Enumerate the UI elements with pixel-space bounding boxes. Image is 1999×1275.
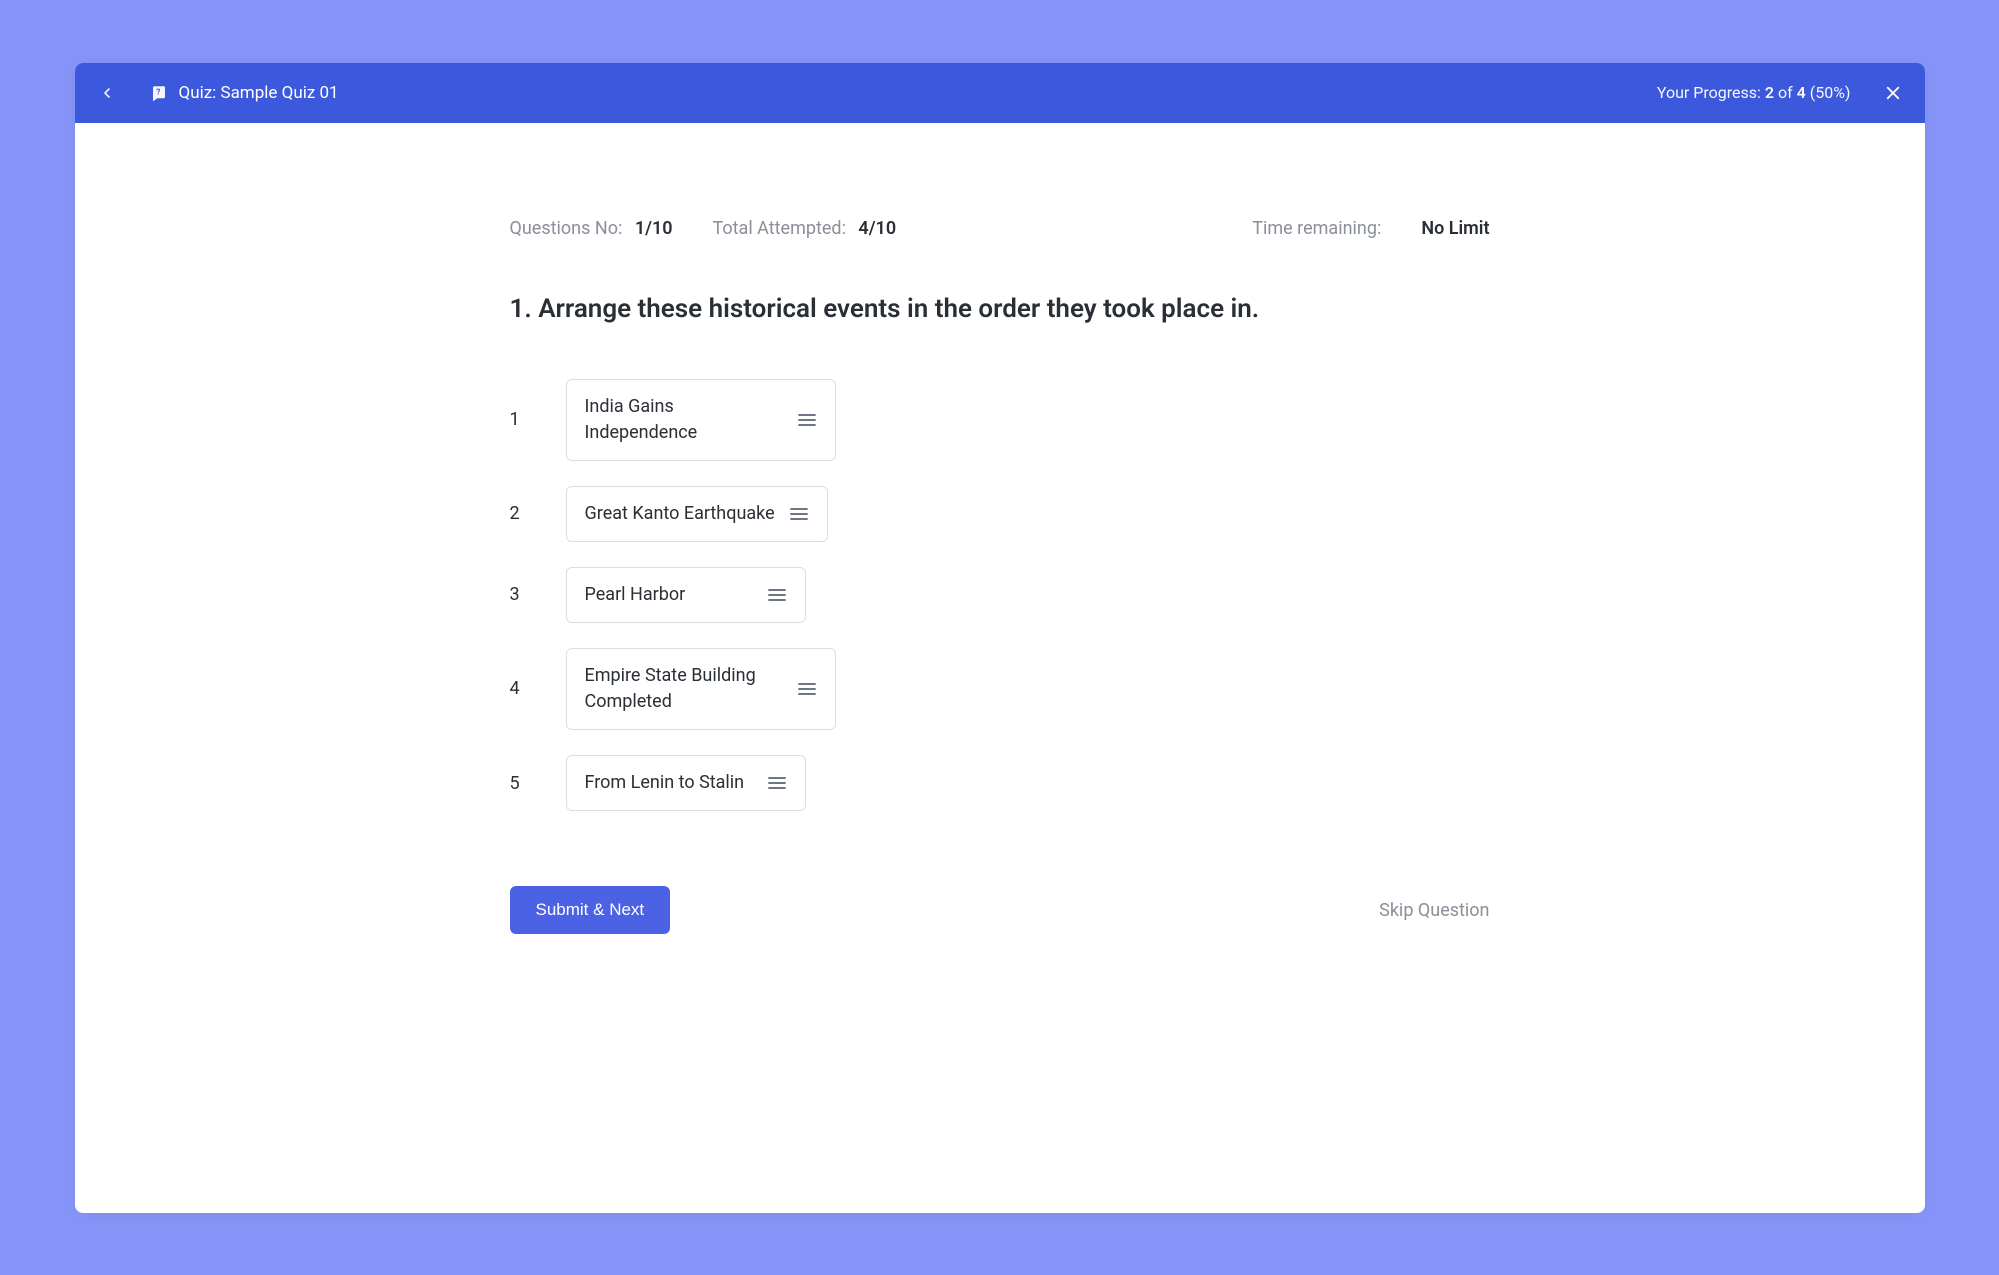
order-row: 5 From Lenin to Stalin	[510, 755, 1490, 811]
order-list: 1 India Gains Independence 2 Great Kanto…	[510, 379, 1490, 812]
progress-indicator: Your Progress: 2 of 4 (50%)	[1657, 83, 1851, 102]
order-card[interactable]: Great Kanto Earthquake	[566, 486, 828, 542]
app-frame: ? Quiz: Sample Quiz 01 Your Progress: 2 …	[75, 63, 1925, 1213]
content-inner: Questions No: 1/10 Total Attempted: 4/10…	[510, 218, 1490, 1173]
order-number: 3	[510, 584, 526, 605]
skip-question-link[interactable]: Skip Question	[1379, 900, 1489, 921]
order-row: 4 Empire State Building Completed	[510, 648, 1490, 730]
time-remaining: Time remaining: No Limit	[1252, 218, 1489, 239]
drag-handle-icon[interactable]	[767, 773, 787, 793]
order-card-label: Empire State Building Completed	[585, 663, 797, 715]
quiz-title: Quiz: Sample Quiz 01	[179, 83, 339, 103]
close-icon	[1884, 84, 1902, 102]
total-attempted-value: 4/10	[858, 218, 896, 239]
back-button[interactable]	[95, 81, 119, 105]
progress-total: 4	[1797, 83, 1806, 102]
question-no-value: 1/10	[635, 218, 673, 239]
quiz-icon: ?	[149, 83, 169, 103]
meta-row: Questions No: 1/10 Total Attempted: 4/10…	[510, 218, 1490, 239]
order-card-label: From Lenin to Stalin	[585, 770, 759, 796]
order-row: 1 India Gains Independence	[510, 379, 1490, 461]
progress-of: of	[1778, 83, 1793, 102]
topbar: ? Quiz: Sample Quiz 01 Your Progress: 2 …	[75, 63, 1925, 123]
drag-handle-icon[interactable]	[789, 504, 809, 524]
question-text: 1. Arrange these historical events in th…	[510, 294, 1490, 324]
svg-text:?: ?	[156, 87, 160, 97]
order-card-label: India Gains Independence	[585, 394, 797, 446]
chevron-left-icon	[99, 85, 115, 101]
progress-label: Your Progress:	[1657, 83, 1761, 102]
close-button[interactable]	[1881, 81, 1905, 105]
order-number: 4	[510, 678, 526, 699]
time-remaining-label: Time remaining:	[1252, 218, 1381, 239]
drag-handle-icon[interactable]	[797, 410, 817, 430]
content-area: Questions No: 1/10 Total Attempted: 4/10…	[75, 123, 1925, 1213]
submit-next-button[interactable]: Submit & Next	[510, 886, 671, 934]
order-number: 2	[510, 503, 526, 524]
order-number: 5	[510, 773, 526, 794]
order-card[interactable]: From Lenin to Stalin	[566, 755, 806, 811]
quiz-title-wrap: ? Quiz: Sample Quiz 01	[149, 83, 339, 103]
question-no-label: Questions No:	[510, 218, 623, 239]
order-number: 1	[510, 409, 526, 430]
total-attempted: Total Attempted: 4/10	[713, 218, 897, 239]
progress-pct: (50%)	[1810, 83, 1851, 102]
order-card[interactable]: Pearl Harbor	[566, 567, 806, 623]
drag-handle-icon[interactable]	[797, 679, 817, 699]
question-no: Questions No: 1/10	[510, 218, 673, 239]
order-card-label: Great Kanto Earthquake	[585, 501, 789, 527]
drag-handle-icon[interactable]	[767, 585, 787, 605]
total-attempted-label: Total Attempted:	[713, 218, 846, 239]
order-card[interactable]: India Gains Independence	[566, 379, 836, 461]
order-card[interactable]: Empire State Building Completed	[566, 648, 836, 730]
progress-current: 2	[1765, 83, 1774, 102]
topbar-right: Your Progress: 2 of 4 (50%)	[1657, 81, 1905, 105]
time-remaining-value: No Limit	[1421, 218, 1489, 239]
topbar-left: ? Quiz: Sample Quiz 01	[95, 81, 339, 105]
order-row: 2 Great Kanto Earthquake	[510, 486, 1490, 542]
actions-row: Submit & Next Skip Question	[510, 886, 1490, 934]
order-row: 3 Pearl Harbor	[510, 567, 1490, 623]
order-card-label: Pearl Harbor	[585, 582, 700, 608]
